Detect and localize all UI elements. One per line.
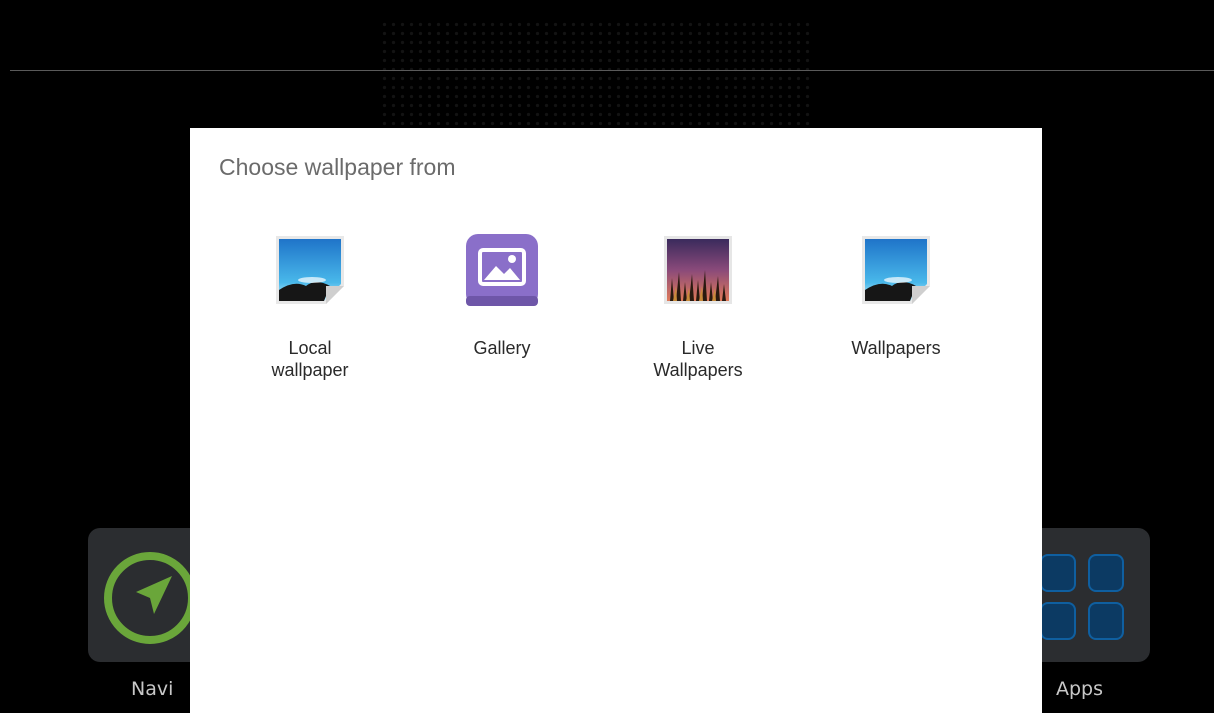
option-local-wallpaper[interactable]: Local wallpaper (230, 232, 390, 381)
choose-wallpaper-dialog: Choose wallpaper from Local wallpaper Ga… (190, 128, 1042, 713)
option-label: Local wallpaper (271, 338, 349, 380)
option-label: Live Wallpapers (653, 338, 743, 380)
landscape-picture-icon (862, 236, 930, 304)
apps-label: Apps (1056, 678, 1104, 700)
background-dot-pattern (380, 20, 810, 130)
status-bar-divider (10, 70, 1214, 71)
screen: Navi Apps Choose wallpaper from Local wa… (0, 0, 1214, 713)
option-live-wallpapers[interactable]: Live Wallpapers (618, 232, 778, 381)
option-label: Wallpapers (851, 338, 941, 358)
dialog-title: Choose wallpaper from (219, 154, 456, 180)
option-wallpapers[interactable]: Wallpapers (816, 232, 976, 359)
navi-label: Navi (131, 678, 174, 700)
apps-grid-icon (1038, 552, 1130, 644)
gallery-icon (466, 234, 538, 306)
live-wallpaper-icon (664, 236, 732, 304)
option-label: Gallery (473, 338, 531, 358)
landscape-picture-icon (276, 236, 344, 304)
navigation-icon (104, 552, 196, 644)
option-gallery[interactable]: Gallery (422, 232, 582, 359)
